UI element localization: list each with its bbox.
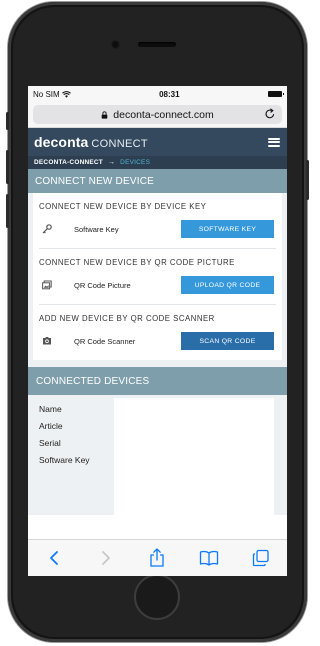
- device-key-block: CONNECT NEW DEVICE BY DEVICE KEY Softwar…: [39, 193, 276, 249]
- mute-switch: [6, 112, 9, 130]
- power-button: [306, 160, 309, 200]
- volume-down-button: [6, 194, 9, 228]
- key-icon: [42, 224, 52, 234]
- home-button[interactable]: [134, 574, 180, 620]
- qr-picture-title: CONNECT NEW DEVICE BY QR CODE PICTURE: [39, 258, 235, 267]
- forward-button[interactable]: [95, 547, 117, 569]
- share-button[interactable]: [146, 547, 168, 569]
- earpiece-speaker: [138, 42, 176, 47]
- qr-picture-row: QR Code Picture UPLOAD QR CODE: [39, 276, 276, 294]
- field-name-label: Name: [39, 403, 62, 414]
- bookmarks-button[interactable]: [198, 547, 220, 569]
- carrier-label: No SIM: [33, 89, 60, 99]
- software-key-button[interactable]: SOFTWARE KEY: [181, 220, 274, 238]
- section-gap: [28, 360, 287, 367]
- tabs-button[interactable]: [250, 547, 272, 569]
- qr-scanner-block: ADD NEW DEVICE BY QR CODE SCANNER QR Cod…: [39, 305, 276, 360]
- lock-icon: [101, 110, 108, 119]
- picture-icon: [42, 280, 52, 290]
- app-logo[interactable]: deconta CONNECT: [34, 134, 148, 150]
- breadcrumb-separator: →: [107, 159, 116, 166]
- breadcrumb: DECONTA-CONNECT → DEVICES: [28, 156, 287, 169]
- hamburger-menu-icon[interactable]: [268, 137, 280, 147]
- connect-card: CONNECT NEW DEVICE BY DEVICE KEY Softwar…: [33, 193, 282, 360]
- tabs-icon: [252, 549, 269, 567]
- field-article-label: Article: [39, 420, 63, 431]
- field-serial-label: Serial: [39, 437, 61, 448]
- volume-up-button: [6, 150, 9, 184]
- logo-light-text: CONNECT: [91, 138, 148, 150]
- qr-code-scanner-label: QR Code Scanner: [74, 336, 136, 346]
- status-time: 08:31: [159, 89, 180, 99]
- phone-screen: No SIM 08:31 deconta-connect.com deconta: [28, 86, 287, 576]
- device-details-box: [114, 398, 274, 515]
- device-key-title: CONNECT NEW DEVICE BY DEVICE KEY: [39, 202, 207, 211]
- wifi-icon: [61, 90, 71, 98]
- logo-bold-text: deconta: [34, 134, 89, 150]
- qr-scanner-title: ADD NEW DEVICE BY QR CODE SCANNER: [39, 314, 215, 323]
- qr-scanner-row: QR Code Scanner SCAN QR CODE: [39, 332, 276, 350]
- qr-picture-block: CONNECT NEW DEVICE BY QR CODE PICTURE QR…: [39, 249, 276, 305]
- field-software-key-label: Software Key: [39, 454, 90, 465]
- connected-devices-header: CONNECTED DEVICES: [28, 367, 287, 395]
- software-key-label: Software Key: [74, 224, 119, 234]
- device-field-labels: Name Article Serial Software Key: [33, 398, 114, 515]
- camera-icon: [43, 337, 51, 345]
- scan-qr-code-button[interactable]: SCAN QR CODE: [181, 332, 274, 350]
- battery-icon: [267, 91, 284, 97]
- connected-devices-body: Name Article Serial Software Key: [28, 395, 287, 515]
- back-button[interactable]: [43, 547, 65, 569]
- reload-icon[interactable]: [264, 108, 276, 120]
- book-icon: [200, 550, 219, 566]
- breadcrumb-current: DEVICES: [120, 159, 151, 166]
- front-camera: [111, 40, 120, 49]
- status-left: No SIM: [33, 90, 71, 99]
- browser-address-bar: deconta-connect.com: [28, 102, 287, 128]
- chevron-right-icon: [101, 551, 110, 565]
- upload-qr-code-button[interactable]: UPLOAD QR CODE: [181, 276, 274, 294]
- connect-new-device-header: CONNECT NEW DEVICE: [28, 169, 287, 193]
- app-header: deconta CONNECT: [28, 128, 287, 156]
- url-text: deconta-connect.com: [113, 108, 214, 121]
- device-key-row: Software Key SOFTWARE KEY: [39, 220, 276, 238]
- share-icon: [150, 548, 165, 567]
- chevron-left-icon: [49, 551, 58, 565]
- safari-toolbar: [28, 539, 287, 576]
- connect-content: CONNECT NEW DEVICE BY DEVICE KEY Softwar…: [28, 193, 287, 360]
- qr-code-picture-label: QR Code Picture: [74, 280, 131, 290]
- url-field[interactable]: deconta-connect.com: [33, 105, 282, 124]
- breadcrumb-root[interactable]: DECONTA-CONNECT: [34, 159, 103, 166]
- status-bar: No SIM 08:31: [28, 86, 287, 102]
